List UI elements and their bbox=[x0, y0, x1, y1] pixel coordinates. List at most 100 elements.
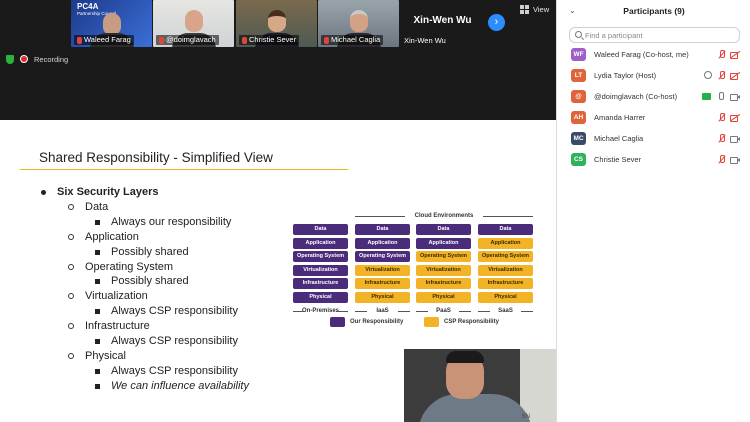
layer-item: Operating System bbox=[68, 261, 173, 273]
matrix-cell: Operating System bbox=[355, 251, 410, 263]
video-tile-michael[interactable]: Michael Caglia bbox=[318, 0, 399, 47]
bullet-circle-icon bbox=[68, 323, 74, 329]
legend-csp-swatch bbox=[424, 317, 439, 327]
mic-muted-icon bbox=[159, 36, 164, 44]
participant-name: Christie Sever bbox=[594, 155, 642, 164]
participant-row[interactable]: CS Christie Sever bbox=[557, 150, 750, 170]
layer-note-text: Always CSP responsibility bbox=[111, 335, 238, 347]
layer-note-text: Always our responsibility bbox=[111, 216, 232, 228]
matrix-cell: Physical bbox=[293, 292, 348, 303]
participant-name: Lydia Taylor (Host) bbox=[594, 71, 657, 80]
participant-row[interactable]: LT Lydia Taylor (Host) bbox=[557, 66, 750, 86]
matrix-cell: Virtualization bbox=[416, 264, 471, 276]
slide-title: Shared Responsibility - Simplified View bbox=[39, 150, 273, 165]
avatar: MC bbox=[571, 132, 586, 145]
participant-head bbox=[349, 10, 368, 32]
avatar: WF bbox=[571, 48, 586, 61]
participants-panel: ⌄ Participants (9) WF Waleed Farag (Co-ho… bbox=[556, 0, 750, 422]
view-button[interactable]: View bbox=[533, 5, 549, 14]
bullet-circle-icon bbox=[68, 353, 74, 359]
grid-view-icon[interactable] bbox=[520, 5, 529, 14]
matrix-cell: Infrastructure bbox=[355, 278, 410, 290]
camera-icon[interactable] bbox=[730, 92, 740, 101]
matrix-cell: Operating System bbox=[293, 251, 348, 263]
mic-muted-icon[interactable] bbox=[717, 155, 726, 164]
bullet-square-icon bbox=[95, 338, 100, 344]
layer-name: Virtualization bbox=[85, 290, 148, 302]
mic-muted-icon[interactable] bbox=[717, 113, 726, 122]
matrix-cell: Operating System bbox=[416, 251, 471, 263]
layer-item: Virtualization bbox=[68, 290, 148, 302]
bullet-heading-text: Six Security Layers bbox=[57, 186, 159, 198]
layer-note-text: Possibly shared bbox=[111, 246, 189, 258]
tile-name-tag: Christie Sever bbox=[239, 35, 300, 45]
camera-off-icon[interactable] bbox=[730, 113, 740, 122]
matrix-cell: Data bbox=[355, 224, 410, 235]
recording-label: Recording bbox=[34, 54, 69, 64]
panel-header: ⌄ Participants (9) bbox=[557, 0, 750, 22]
camera-off-icon[interactable] bbox=[730, 71, 740, 80]
participant-name: Amanda Harrer bbox=[594, 113, 646, 122]
layer-name: Data bbox=[85, 201, 109, 213]
avatar: LT bbox=[571, 69, 586, 82]
search-input[interactable] bbox=[585, 30, 735, 41]
layer-item: Physical bbox=[68, 350, 126, 362]
matrix-cell: Application bbox=[478, 237, 533, 249]
bullet-circle-icon bbox=[68, 204, 74, 210]
matrix-cell: Application bbox=[416, 237, 471, 249]
layer-note: Always CSP responsibility bbox=[95, 335, 238, 347]
tile-name: Christie Sever bbox=[249, 35, 297, 44]
video-tile-waleed[interactable]: PC4A Partnership Council Waleed Farag bbox=[71, 0, 152, 47]
legend-ours-label: Our Responsibility bbox=[350, 319, 404, 325]
column-label: PaaS bbox=[416, 308, 471, 314]
participant-row[interactable]: @ @doimglavach (Co-host) bbox=[557, 87, 750, 107]
avatar: @ bbox=[571, 90, 586, 103]
matrix-cell: Physical bbox=[355, 292, 410, 303]
matrix-cell: Operating System bbox=[478, 251, 533, 263]
mic-icon[interactable] bbox=[718, 92, 724, 101]
video-tile-xin-wen[interactable]: Xin-Wen Wu Xin-Wen Wu bbox=[401, 0, 484, 47]
title-underline bbox=[20, 169, 348, 170]
layer-note-text: Always CSP responsibility bbox=[111, 305, 238, 317]
video-tile-christie[interactable]: Christie Sever bbox=[236, 0, 317, 47]
tile-name: Michael Caglia bbox=[331, 35, 381, 44]
matrix-cell: Virtualization bbox=[293, 264, 348, 276]
pc4a-logo: PC4A bbox=[77, 2, 99, 11]
shield-icon[interactable] bbox=[6, 54, 14, 64]
participant-row[interactable]: WF Waleed Farag (Co-host, me) bbox=[557, 45, 750, 65]
camera-icon[interactable] bbox=[730, 155, 740, 164]
tile-name: Xin-Wen Wu bbox=[404, 36, 446, 45]
mic-muted-icon[interactable] bbox=[717, 134, 726, 143]
bullet-square-icon bbox=[95, 219, 100, 225]
host-icon[interactable] bbox=[704, 71, 712, 79]
next-page-button[interactable]: › bbox=[488, 14, 505, 31]
column-label: SaaS bbox=[478, 308, 533, 314]
participant-search[interactable] bbox=[569, 27, 740, 43]
gallery-strip: PC4A Partnership Council Waleed Farag @d… bbox=[0, 0, 556, 48]
video-tile-doimglavach[interactable]: @doimglavach bbox=[153, 0, 234, 47]
matrix-cell: Infrastructure bbox=[478, 278, 533, 290]
mic-muted-icon bbox=[242, 36, 247, 44]
layer-note: We can influence availability bbox=[95, 380, 249, 392]
screen-share-icon[interactable] bbox=[702, 93, 711, 100]
mic-muted-icon[interactable] bbox=[717, 50, 726, 59]
camera-off-icon[interactable] bbox=[730, 50, 740, 59]
participant-row[interactable]: AH Amanda Harrer bbox=[557, 108, 750, 128]
layer-item: Infrastructure bbox=[68, 320, 150, 332]
layer-note: Always our responsibility bbox=[95, 216, 231, 228]
speaker-hair bbox=[446, 351, 484, 363]
matrix-cell: Infrastructure bbox=[293, 278, 348, 290]
matrix-cell: Data bbox=[416, 224, 471, 235]
tile-display-name: Xin-Wen Wu bbox=[413, 15, 472, 26]
camera-icon[interactable] bbox=[730, 134, 740, 143]
active-speaker-video[interactable]: SN bbox=[404, 349, 556, 422]
matrix-cell: Physical bbox=[416, 292, 471, 303]
bullet-square-icon bbox=[95, 278, 100, 284]
layer-item: Application bbox=[68, 231, 139, 243]
bullet-dot-icon bbox=[41, 189, 46, 195]
mic-muted-icon[interactable] bbox=[717, 71, 726, 80]
participant-name: Waleed Farag (Co-host, me) bbox=[594, 50, 689, 59]
participant-row[interactable]: MC Michael Caglia bbox=[557, 129, 750, 149]
bullet-square-icon bbox=[95, 368, 100, 374]
layer-note: Possibly shared bbox=[95, 275, 189, 287]
